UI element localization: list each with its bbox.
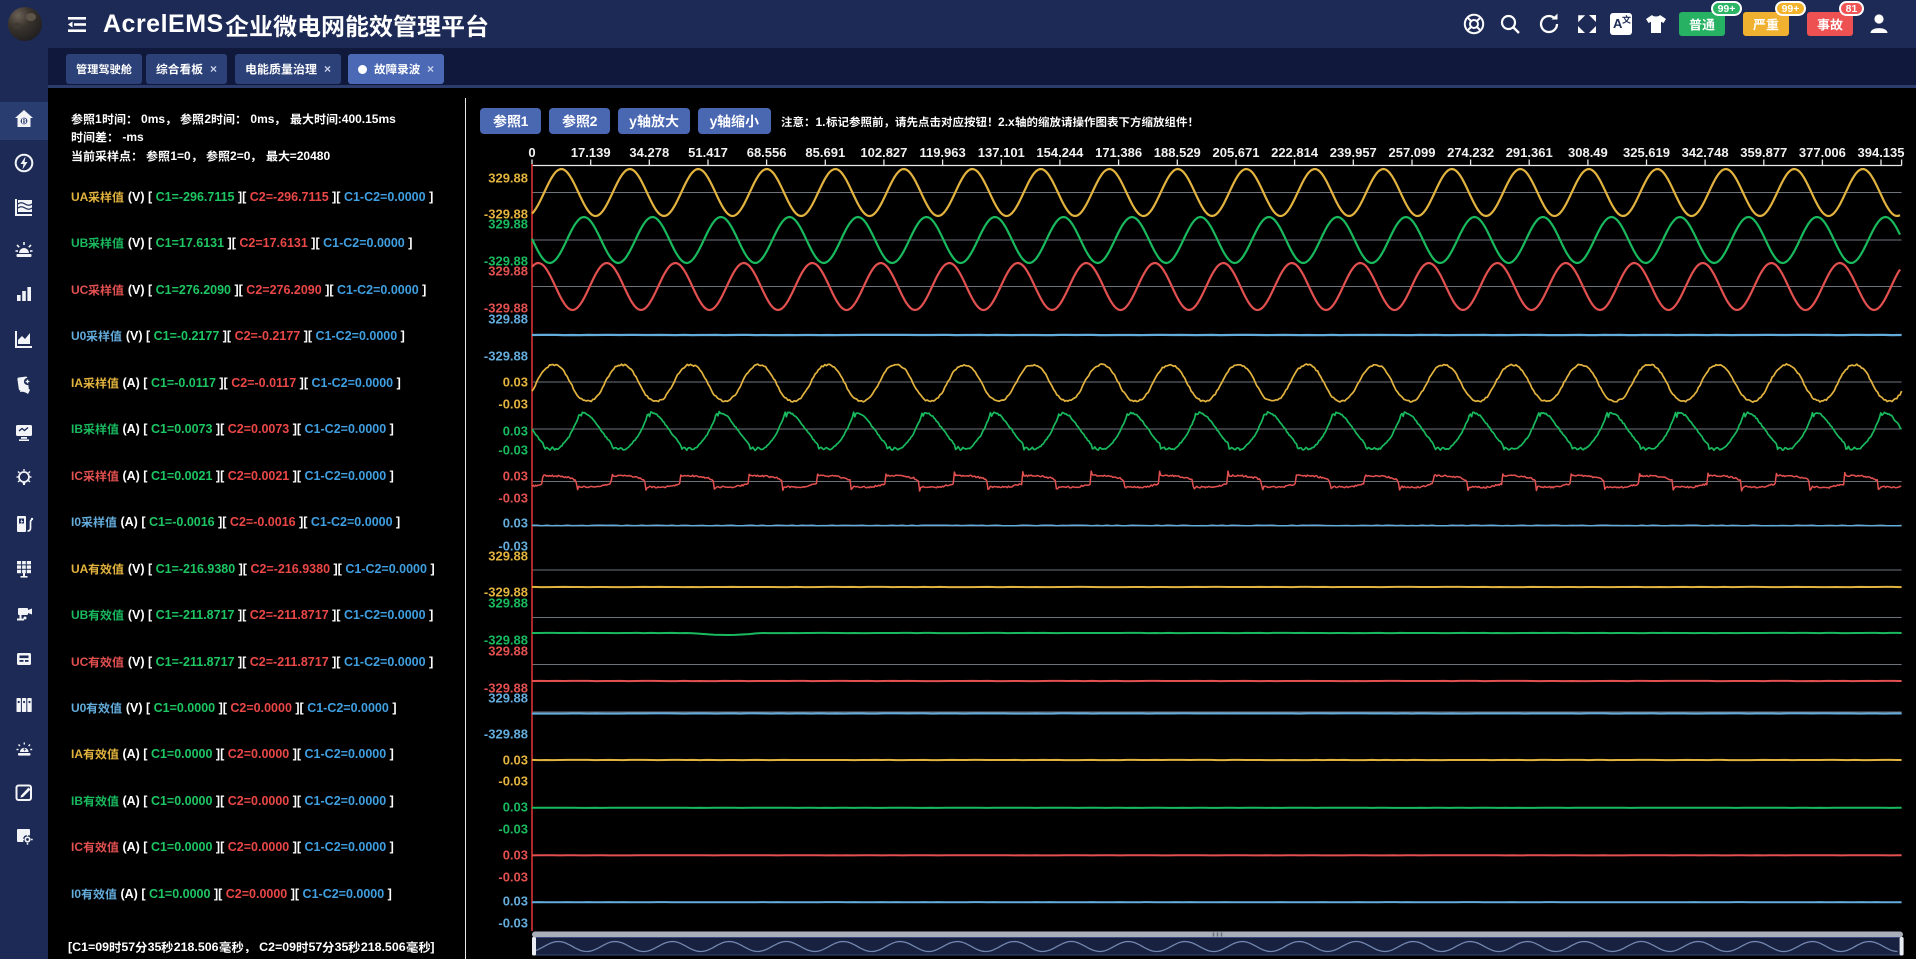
svg-text:B: B bbox=[21, 119, 26, 126]
